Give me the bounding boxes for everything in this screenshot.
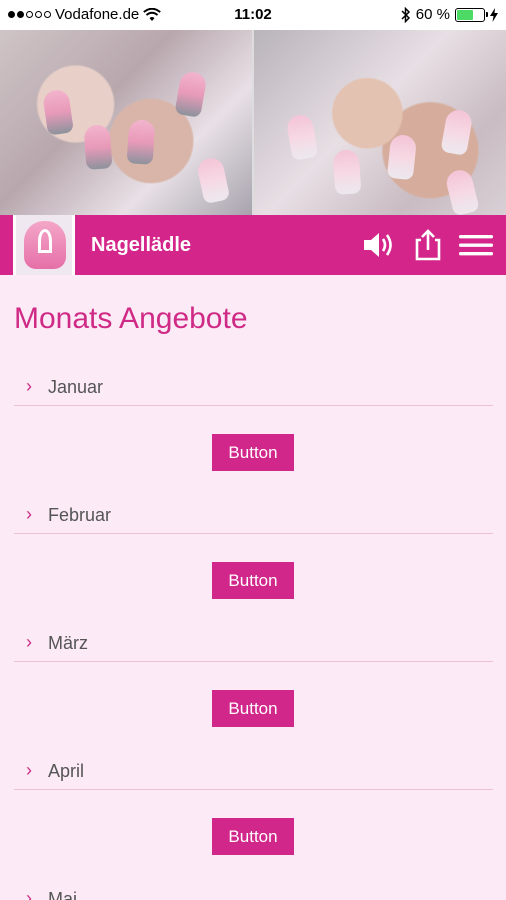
accordion-item-februar[interactable]: › Februar — [14, 494, 493, 534]
bluetooth-icon — [401, 6, 410, 23]
nail-photo-left — [0, 30, 252, 215]
share-icon[interactable] — [410, 229, 446, 261]
battery-level — [457, 9, 473, 20]
accordion-label: Mai — [48, 889, 78, 900]
app-logo[interactable] — [13, 215, 75, 275]
accordion-label: April — [48, 761, 85, 781]
nail-photo-right — [254, 30, 506, 215]
accordion-item-april[interactable]: › April — [14, 750, 493, 790]
button-maerz[interactable]: Button — [212, 690, 294, 727]
accordion-item-maerz[interactable]: › März — [14, 622, 493, 662]
accordion-label: März — [48, 633, 88, 653]
accordion-item-januar[interactable]: › Januar — [14, 366, 493, 406]
accordion-item-mai[interactable]: › Mai — [14, 878, 493, 900]
button-februar[interactable]: Button — [212, 562, 294, 599]
sound-icon[interactable] — [362, 229, 398, 261]
hero-banner — [0, 30, 506, 215]
page-title: Monats Angebote — [14, 302, 248, 335]
accordion-label: Februar — [48, 505, 112, 525]
status-right: 60 % — [401, 6, 498, 23]
chevron-right-icon: › — [26, 632, 32, 652]
charging-icon — [490, 7, 498, 22]
button-januar[interactable]: Button — [212, 434, 294, 471]
app-title: Nagellädle — [91, 234, 192, 256]
button-april[interactable]: Button — [212, 818, 294, 855]
battery-percent: 60 % — [415, 6, 450, 23]
chevron-right-icon: › — [26, 888, 32, 900]
chevron-right-icon: › — [26, 376, 32, 396]
app-bar: Nagellädle — [0, 215, 506, 275]
battery-icon — [455, 7, 488, 22]
status-bar: Vodafone.de 11:02 60 % — [0, 0, 506, 30]
content-area: Monats Angebote › Januar Button › Februa… — [0, 275, 506, 900]
chevron-right-icon: › — [26, 760, 32, 780]
menu-icon[interactable] — [458, 229, 494, 261]
accordion-label: Januar — [48, 377, 104, 397]
chevron-right-icon: › — [26, 504, 32, 524]
